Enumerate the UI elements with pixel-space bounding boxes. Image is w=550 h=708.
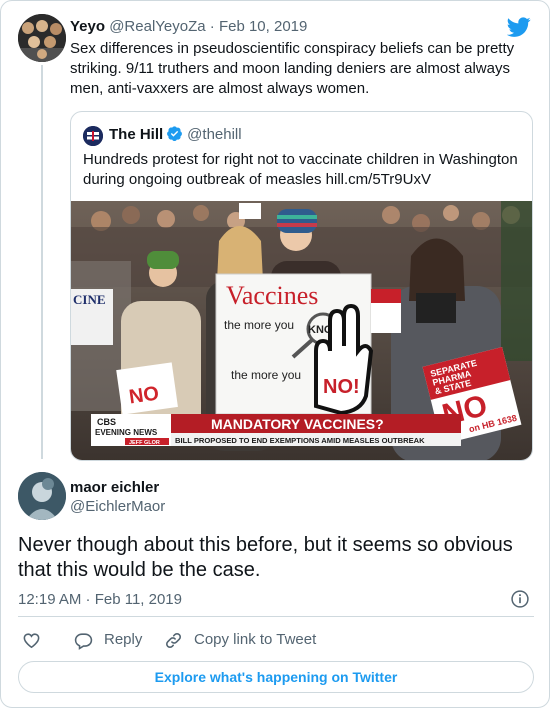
embedded-tweet-card: Yeyo @RealYeyoZa · Feb 10, 2019 Sex diff… [0, 0, 550, 708]
reply-author-handle[interactable]: @EichlerMaor [70, 497, 165, 517]
explore-twitter-button[interactable]: Explore what's happening on Twitter [18, 661, 534, 693]
chyron-subhead: BILL PROPOSED TO END EXEMPTIONS AMID MEA… [175, 436, 425, 445]
reply-tweet-text: Never though about this before, but it s… [18, 534, 513, 581]
parent-tweet-header: Yeyo @RealYeyoZa · Feb 10, 2019 [70, 17, 307, 37]
like-button[interactable] [22, 629, 41, 651]
verified-badge-icon [167, 126, 183, 142]
link-icon [166, 632, 181, 648]
main-sign-line1: the more you [224, 318, 294, 332]
reply-bubble-icon [74, 632, 93, 650]
reply-label: Reply [104, 631, 143, 648]
parent-author-name[interactable]: Yeyo [70, 18, 105, 35]
main-sign-line2: the more you [231, 368, 301, 382]
parent-tweet-date[interactable]: Feb 10, 2019 [219, 18, 307, 35]
heart-icon [23, 632, 40, 648]
reply-author-name[interactable]: maor eichler [70, 478, 159, 498]
quoted-tweet-header: The Hill @thehill [109, 125, 242, 145]
meta-separator: · [205, 18, 219, 35]
reply-button[interactable]: Reply [74, 629, 142, 651]
actions-divider [18, 616, 534, 617]
quoted-author-handle: @thehill [187, 126, 242, 143]
thread-connector-line [41, 65, 43, 459]
reply-author-avatar[interactable] [18, 472, 66, 520]
quoted-tweet[interactable]: The Hill @thehill Hundreds protest for ri… [70, 111, 533, 461]
parent-tweet-text: Sex differences in pseudoscientific cons… [70, 40, 515, 97]
chyron-network-line1: CBS [97, 417, 116, 427]
twitter-bird-icon[interactable] [507, 15, 531, 39]
main-sign-title: Vaccines [226, 281, 318, 310]
chyron-anchor: JEFF GLOR [129, 440, 160, 446]
quoted-tweet-media-image[interactable]: CINE NO Vaccines the more you KNOW the m… [71, 201, 533, 461]
quoted-tweet-text: Hundreds protest for right not to vaccin… [83, 151, 518, 188]
parent-author-avatar[interactable] [18, 14, 66, 62]
small-sign-no: NO [128, 383, 161, 409]
quoted-author-name: The Hill [109, 126, 164, 143]
copy-link-label: Copy link to Tweet [194, 631, 317, 648]
quoted-author-avatar [83, 126, 103, 146]
left-sign-text: CINE [73, 292, 106, 307]
parent-author-handle[interactable]: @RealYeyoZa [109, 18, 205, 35]
chyron-headline: MANDATORY VACCINES? [211, 416, 384, 432]
reply-tweet-timestamp[interactable]: 12:19 AM · Feb 11, 2019 [18, 590, 182, 610]
info-icon[interactable] [510, 589, 530, 609]
main-sign-no: NO! [323, 376, 360, 398]
chyron-network-line2: EVENING NEWS [95, 428, 158, 437]
copy-link-button[interactable]: Copy link to Tweet [164, 629, 316, 651]
